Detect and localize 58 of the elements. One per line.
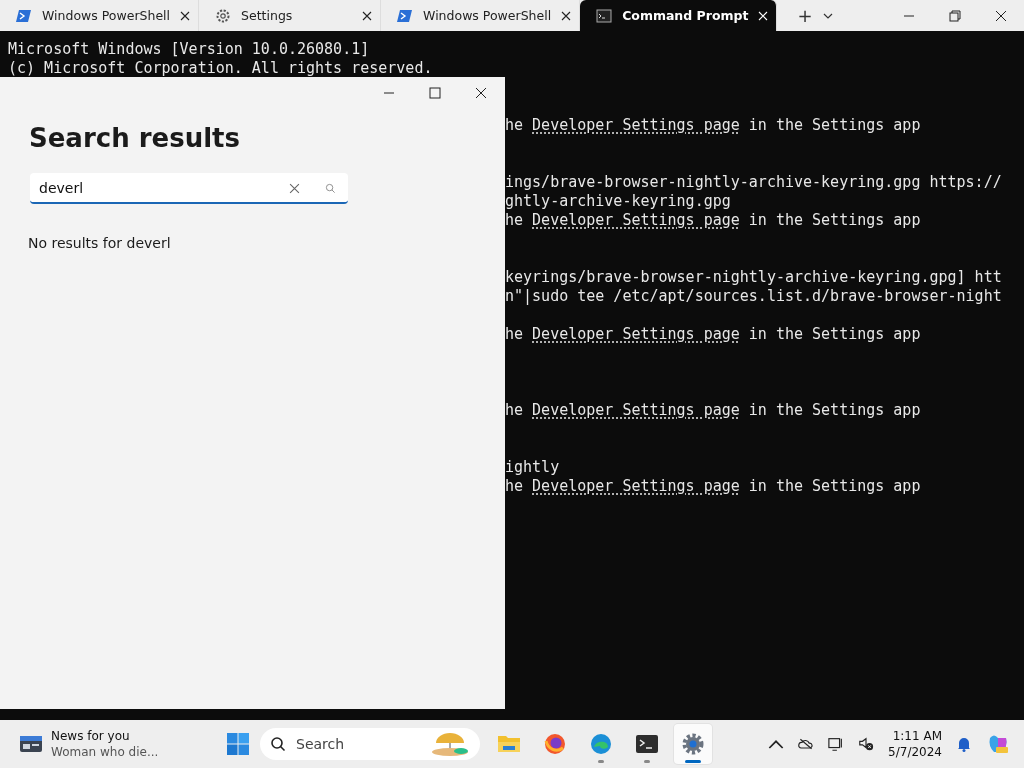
- gear-icon: [215, 7, 232, 24]
- close-icon[interactable]: [180, 10, 191, 21]
- taskbar-app[interactable]: [674, 724, 712, 764]
- bell-icon[interactable]: [956, 736, 972, 752]
- settings-link[interactable]: Developer Settings page: [532, 211, 740, 229]
- settings-link[interactable]: Developer Settings page: [532, 116, 740, 134]
- terminal-text: he: [505, 477, 525, 495]
- search-icon[interactable]: [325, 183, 336, 194]
- powershell-icon: [16, 7, 32, 24]
- command-prompt-icon: [596, 7, 613, 24]
- terminal-text: he: [505, 116, 525, 134]
- dropdown-icon[interactable]: [822, 12, 833, 19]
- close-icon[interactable]: [995, 9, 1007, 22]
- close-icon[interactable]: [362, 10, 373, 21]
- fox-globe-icon: [543, 732, 567, 756]
- terminal-line: ghtly-archive-keyring.gpg: [505, 192, 731, 210]
- close-icon[interactable]: [561, 10, 572, 21]
- terminal-tab[interactable]: Command Prompt: [580, 0, 778, 31]
- news-title[interactable]: News for you: [51, 728, 159, 744]
- terminal-line: ightly: [505, 458, 560, 476]
- close-icon[interactable]: [475, 87, 487, 99]
- clear-icon[interactable]: [289, 183, 300, 194]
- beach-umbrella-icon: [430, 731, 470, 757]
- restore-icon[interactable]: [949, 9, 961, 22]
- clock[interactable]: 1:11 AM 5/7/2024: [888, 728, 942, 760]
- terminal-line: keyrings/brave-browser-nightly-archive-keyring.gpg] htt: [505, 268, 1002, 286]
- terminal-text: he: [505, 325, 525, 343]
- cloud-icon[interactable]: [798, 736, 815, 752]
- settings-link[interactable]: Developer Settings page: [532, 325, 740, 343]
- maximize-icon[interactable]: [429, 87, 441, 99]
- settings-link[interactable]: Developer Settings page: [532, 401, 740, 419]
- news-icon[interactable]: [19, 734, 43, 754]
- terminal-text: in the Settings app: [747, 211, 921, 229]
- terminal-text: in the Settings app: [747, 401, 921, 419]
- terminal-text: in the Settings app: [747, 116, 921, 134]
- terminal-line: (c) Microsoft Corporation. All rights reserved.: [8, 59, 433, 77]
- gear-icon: [681, 732, 705, 756]
- no-results-message: No results for deverl: [28, 235, 172, 251]
- terminal-text: in the Settings app: [747, 325, 921, 343]
- terminal-text: he: [505, 401, 525, 419]
- new-tab-button[interactable]: +: [787, 0, 823, 31]
- settings-search-input[interactable]: deverl: [30, 173, 348, 204]
- search-icon: [270, 736, 286, 752]
- wave-globe-icon: [589, 732, 613, 756]
- terminal-text: he: [505, 211, 525, 229]
- windows-start-icon[interactable]: [226, 732, 250, 756]
- terminal-text: in the Settings app: [747, 477, 921, 495]
- powershell-icon: [397, 7, 414, 24]
- news-headline[interactable]: Woman who die...: [51, 744, 159, 760]
- terminal-line: ings/brave-browser-nightly-archive-keyring.gpg https://: [505, 173, 1002, 191]
- settings-link[interactable]: Developer Settings page: [532, 477, 740, 495]
- terminal-line: n"|sudo tee /etc/apt/sources.list.d/brave-browser-night: [505, 287, 1002, 305]
- terminal-line: Microsoft Windows [Version 10.0.26080.1]: [8, 40, 370, 58]
- monitor-icon[interactable]: [828, 736, 845, 752]
- page-title: Search results: [29, 123, 241, 153]
- terminal-icon: [635, 732, 659, 756]
- taskbar-search-bar[interactable]: Search: [260, 728, 480, 760]
- speaker-muted-icon[interactable]: [858, 736, 875, 752]
